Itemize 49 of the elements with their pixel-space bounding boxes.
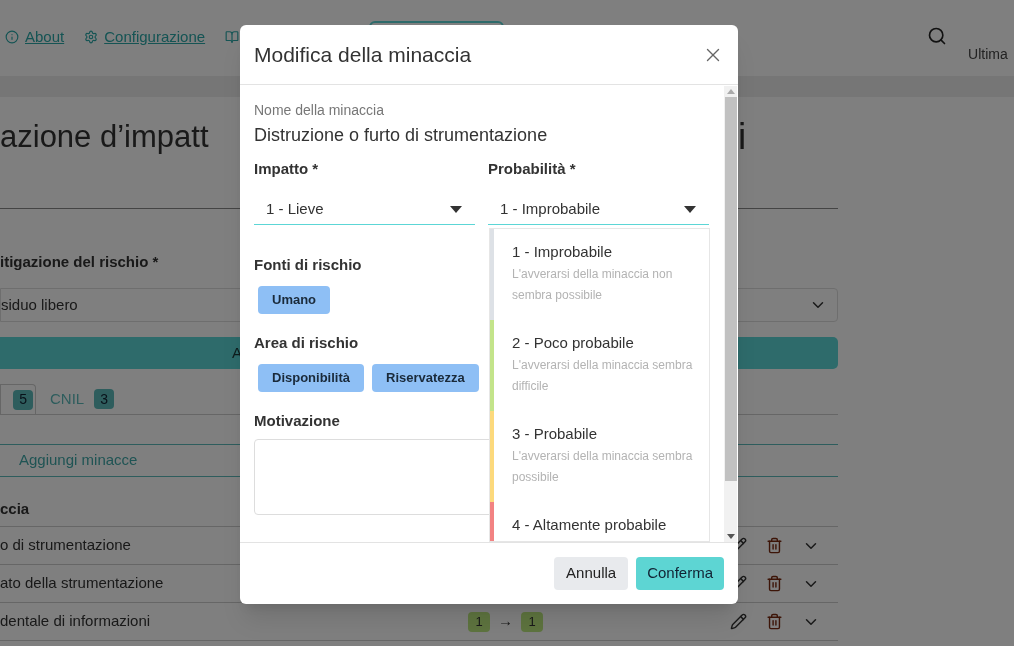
level-badge: 1 [521,611,543,632]
delete-icon[interactable] [766,613,783,630]
delete-icon[interactable] [766,537,783,554]
threat-name: dentale di informazioni [0,611,152,632]
section-label: Motivazione [254,412,340,430]
search-icon[interactable] [927,26,948,46]
page-title: i [738,115,747,159]
delete-icon[interactable] [766,575,783,592]
scrollbar[interactable] [724,86,737,542]
probability-select[interactable]: 1 - Improbabile [488,195,709,225]
option-title: 4 - Altamente probabile [512,515,668,535]
cancel-button[interactable]: Annulla [554,557,629,590]
option-description: L'avverarsi della minaccia sembra possibile [512,448,694,486]
confirm-button[interactable]: Conferma [636,557,724,590]
field-label: Impatto * [254,160,320,178]
dropdown-option[interactable]: 3 - Probabile L'avverarsi della minaccia sembra possibile [490,411,709,502]
tag-chip[interactable]: Disponibilità [258,364,364,392]
option-title: 2 - Poco probabile [512,333,635,353]
section-label: Fonti di rischio [254,256,362,274]
threat-title: Distruzione o furto di strumentazione [254,124,549,146]
threat-name: ato della strumentazione [0,573,165,594]
dropdown-option[interactable]: 2 - Poco probabile L'avverarsi della minaccia sembra difficile [490,320,709,411]
user-label: Ultima [968,45,1008,64]
dropdown-option[interactable]: 4 - Altamente probabile [490,502,709,541]
option-description: L'avverarsi della minaccia non sembra possibile [512,266,674,304]
option-title: 1 - Improbabile [512,242,614,262]
field-label: Nome della minaccia [254,101,385,119]
field-label: itigazione del rischio * [0,253,159,271]
section-label: Area di rischio [254,334,359,352]
field-label: Probabilità * [488,160,577,178]
impact-select[interactable]: 1 - Lieve [254,195,475,225]
arrow: → [498,611,513,632]
threat-name: o di strumentazione [0,535,132,556]
count-badge: 5 [13,389,33,410]
tag-chip[interactable]: Riservatezza [372,364,479,392]
column-header: ccia [0,499,30,520]
caret-icon [684,206,696,213]
caret-icon [450,206,462,213]
info-icon [5,30,19,45]
option-description: L'avverarsi della minaccia sembra difficile [512,357,694,395]
dropdown-option[interactable]: 1 - Improbabile L'avverarsi della minaccia non sembra possibile [490,229,709,320]
tab-label: CNIL [50,388,85,409]
tag-chip[interactable]: Umano [258,286,331,314]
modal-title: Modifica della minaccia [254,41,472,68]
option-title: 3 - Probabile [512,424,599,444]
page-title: azione d’impatt [0,119,209,154]
count-badge: 3 [94,389,114,409]
settings-icon [84,30,99,45]
level-badge: 1 [468,611,490,632]
